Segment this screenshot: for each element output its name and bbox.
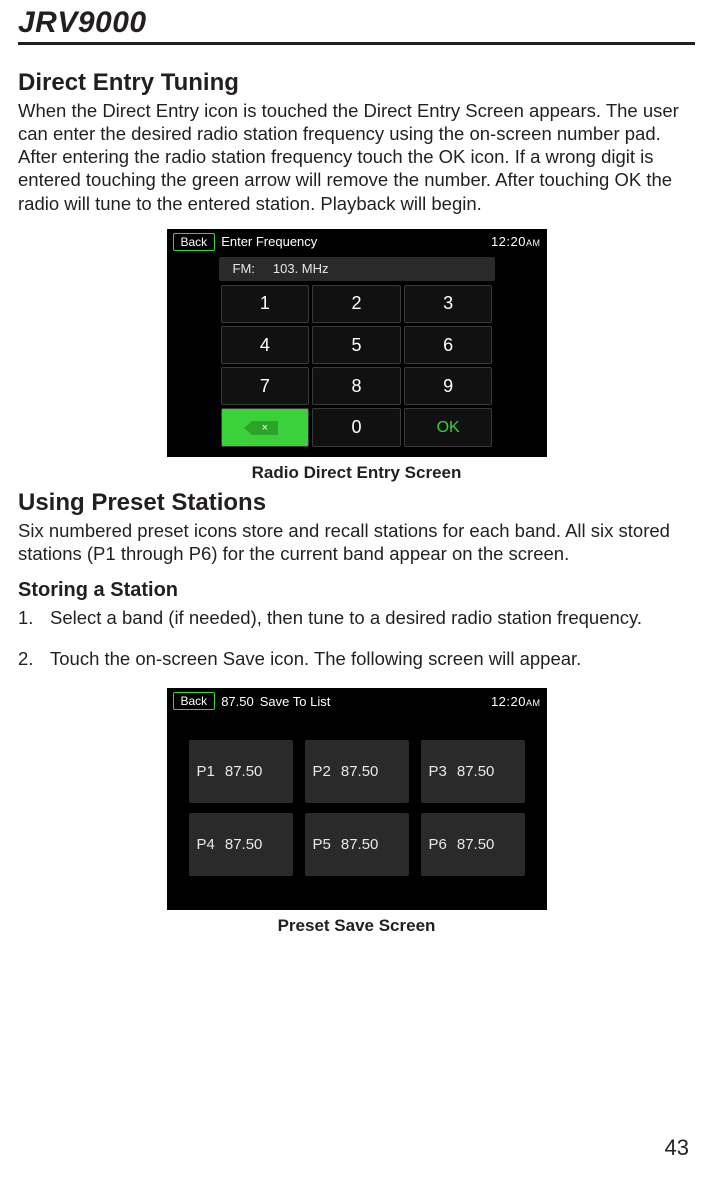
preset-p4[interactable]: P487.50 bbox=[189, 813, 293, 876]
section-body: When the Direct Entry icon is touched th… bbox=[18, 99, 695, 215]
page-header: JRV9000 bbox=[18, 0, 695, 45]
key-2[interactable]: 2 bbox=[312, 285, 401, 323]
backspace-icon: × bbox=[252, 421, 278, 435]
key-9[interactable]: 9 bbox=[404, 367, 493, 405]
frequency-value: 103. MHz bbox=[273, 261, 329, 276]
back-button[interactable]: Back bbox=[173, 692, 216, 710]
figure-caption: Radio Direct Entry Screen bbox=[18, 463, 695, 483]
subsection-title: Storing a Station bbox=[18, 579, 695, 602]
keypad: 1 2 3 4 5 6 7 8 9 × 0 OK bbox=[221, 285, 493, 447]
key-1[interactable]: 1 bbox=[221, 285, 310, 323]
section-direct-entry: Direct Entry Tuning When the Direct Entr… bbox=[18, 69, 695, 483]
preset-p2[interactable]: P287.50 bbox=[305, 740, 409, 803]
key-4[interactable]: 4 bbox=[221, 326, 310, 364]
back-button[interactable]: Back bbox=[173, 233, 216, 251]
section-title: Direct Entry Tuning bbox=[18, 69, 695, 97]
screen-title: Save To List bbox=[260, 694, 491, 709]
screen-title: Enter Frequency bbox=[221, 234, 491, 249]
key-5[interactable]: 5 bbox=[312, 326, 401, 364]
key-7[interactable]: 7 bbox=[221, 367, 310, 405]
clock-ampm: AM bbox=[526, 698, 541, 708]
screen-topbar: Back Enter Frequency 12:20AM bbox=[167, 229, 547, 255]
frequency-display: FM: 103. MHz bbox=[219, 257, 495, 281]
clock-ampm: AM bbox=[526, 238, 541, 248]
screen-topbar: Back 87.50 Save To List 12:20AM bbox=[167, 688, 547, 714]
clock-time: 12:20 bbox=[491, 234, 526, 249]
key-backspace[interactable]: × bbox=[221, 408, 310, 446]
key-0[interactable]: 0 bbox=[312, 408, 401, 446]
clock-time: 12:20 bbox=[491, 694, 526, 709]
section-storing-station: Storing a Station Select a band (if need… bbox=[18, 579, 695, 936]
preset-p6[interactable]: P687.50 bbox=[421, 813, 525, 876]
key-3[interactable]: 3 bbox=[404, 285, 493, 323]
section-title: Using Preset Stations bbox=[18, 489, 695, 517]
preset-grid: P187.50 P287.50 P387.50 P487.50 P587.50 … bbox=[189, 740, 525, 876]
clock: 12:20AM bbox=[491, 234, 541, 249]
step-item: Select a band (if needed), then tune to … bbox=[18, 606, 695, 629]
direct-entry-screen: Back Enter Frequency 12:20AM FM: 103. MH… bbox=[167, 229, 547, 457]
current-freq: 87.50 bbox=[221, 694, 254, 709]
section-preset-stations: Using Preset Stations Six numbered prese… bbox=[18, 489, 695, 565]
step-item: Touch the on-screen Save icon. The follo… bbox=[18, 647, 695, 670]
page-number: 43 bbox=[665, 1135, 689, 1161]
preset-p3[interactable]: P387.50 bbox=[421, 740, 525, 803]
preset-save-screen: Back 87.50 Save To List 12:20AM P187.50 … bbox=[167, 688, 547, 910]
figure-caption: Preset Save Screen bbox=[18, 916, 695, 936]
key-6[interactable]: 6 bbox=[404, 326, 493, 364]
product-title: JRV9000 bbox=[18, 6, 695, 40]
preset-p1[interactable]: P187.50 bbox=[189, 740, 293, 803]
clock: 12:20AM bbox=[491, 694, 541, 709]
key-ok[interactable]: OK bbox=[404, 408, 493, 446]
section-body: Six numbered preset icons store and reca… bbox=[18, 519, 695, 565]
band-label: FM: bbox=[233, 261, 255, 276]
key-8[interactable]: 8 bbox=[312, 367, 401, 405]
preset-p5[interactable]: P587.50 bbox=[305, 813, 409, 876]
